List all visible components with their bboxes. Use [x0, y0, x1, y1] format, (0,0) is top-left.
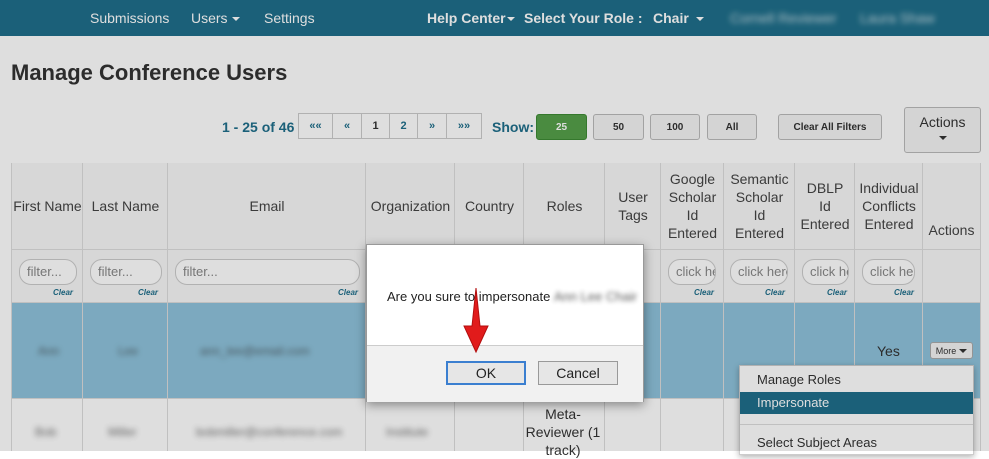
ok-button[interactable]: OK — [446, 361, 526, 385]
annotation-arrow-icon — [463, 287, 489, 354]
impersonate-confirm-dialog: Are you sure to impersonate Ann Lee Chai… — [366, 244, 644, 402]
cancel-button[interactable]: Cancel — [538, 361, 618, 385]
dialog-blurred-name: Ann Lee Chair — [553, 289, 638, 304]
dialog-footer: OK Cancel — [367, 345, 643, 402]
dialog-message: Are you sure to impersonate Ann Lee Chai… — [387, 289, 637, 304]
